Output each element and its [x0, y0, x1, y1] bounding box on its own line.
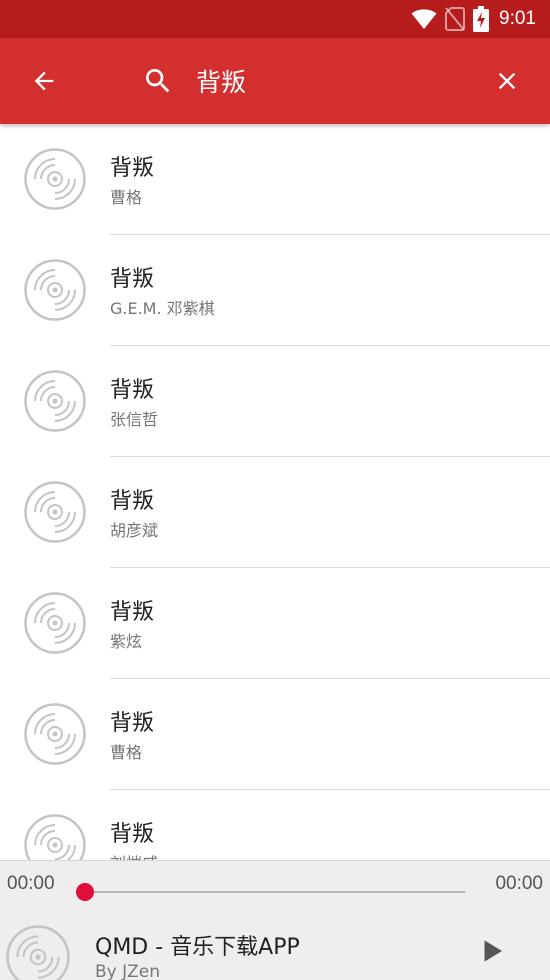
total-time: 00:00 [495, 873, 543, 894]
disc-icon [24, 592, 86, 654]
seek-thumb[interactable] [76, 883, 94, 901]
song-title: 背叛 [110, 822, 155, 847]
battery-charging-icon [473, 6, 490, 32]
disc-icon [24, 703, 86, 765]
song-artist: 曹格 [110, 743, 143, 762]
wifi-icon [411, 9, 437, 29]
disc-icon [24, 259, 86, 321]
player-subtitle: By JZen [95, 962, 161, 980]
disc-icon [6, 925, 70, 980]
result-item[interactable]: 背叛 曹格 [0, 124, 550, 235]
disc-icon [24, 148, 86, 210]
song-artist: 张信哲 [110, 410, 159, 429]
result-item[interactable]: 背叛 曹格 [0, 679, 550, 790]
song-title: 背叛 [110, 489, 155, 514]
song-artist: 胡彦斌 [110, 521, 159, 540]
status-bar: 9:01 [0, 0, 550, 38]
song-title: 背叛 [110, 156, 155, 181]
result-item[interactable]: 背叛 胡彦斌 [0, 457, 550, 568]
result-item[interactable]: 背叛 刘恺威 [0, 790, 550, 860]
close-button[interactable] [485, 59, 529, 103]
result-item[interactable]: 背叛 紫炫 [0, 568, 550, 679]
play-icon [484, 940, 502, 962]
status-icons: 9:01 [411, 0, 536, 38]
song-artist: G.E.M. 邓紫棋 [110, 299, 215, 318]
result-item[interactable]: 背叛 G.E.M. 邓紫棋 [0, 235, 550, 346]
disc-icon [24, 481, 86, 543]
status-time: 9:01 [499, 8, 536, 29]
back-button[interactable] [22, 59, 66, 103]
song-title: 背叛 [110, 267, 155, 292]
result-list: 背叛 曹格 背叛 G.E.M. 邓紫棋 背叛 张信哲 背叛 胡彦斌 背叛 紫炫 … [0, 124, 550, 860]
song-title: 背叛 [110, 600, 155, 625]
song-title: 背叛 [110, 378, 155, 403]
app-bar [0, 38, 550, 124]
song-artist: 曹格 [110, 188, 143, 207]
seek-bar[interactable] [76, 883, 465, 901]
arrow-left-icon [34, 71, 54, 91]
current-time: 00:00 [7, 873, 55, 894]
play-button[interactable] [470, 929, 514, 973]
search-icon [146, 69, 170, 93]
search-input[interactable] [196, 60, 466, 102]
player-title: QMD - 音乐下载APP [95, 935, 300, 960]
disc-icon [24, 370, 86, 432]
no-sim-icon [445, 7, 466, 31]
mini-player: 00:00 00:00 QMD - 音乐下载APP By JZen [0, 860, 550, 980]
song-artist: 刘恺威 [110, 850, 158, 860]
song-artist: 紫炫 [110, 632, 143, 651]
result-item[interactable]: 背叛 张信哲 [0, 346, 550, 457]
disc-icon [24, 814, 86, 860]
song-title: 背叛 [110, 711, 155, 736]
close-icon [498, 72, 516, 90]
